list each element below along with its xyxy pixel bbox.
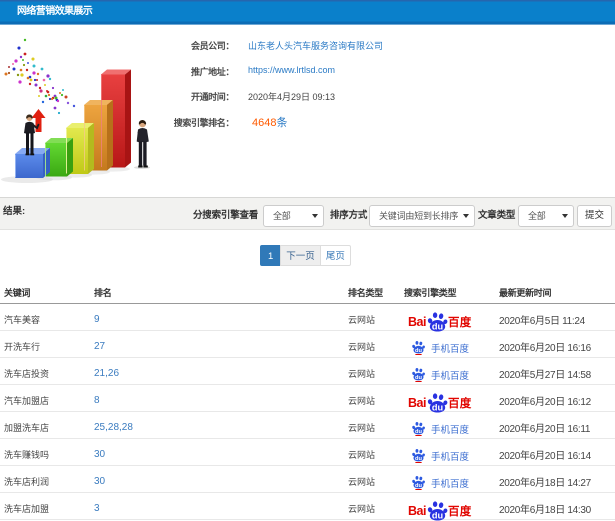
svg-text:du: du	[415, 348, 422, 354]
svg-text:du: du	[415, 456, 422, 462]
svg-text:du: du	[432, 510, 443, 520]
svg-text:du: du	[415, 375, 422, 381]
svg-text:du: du	[415, 483, 422, 489]
svg-text:du: du	[415, 429, 422, 435]
svg-text:du: du	[432, 321, 443, 331]
svg-text:du: du	[432, 402, 443, 412]
